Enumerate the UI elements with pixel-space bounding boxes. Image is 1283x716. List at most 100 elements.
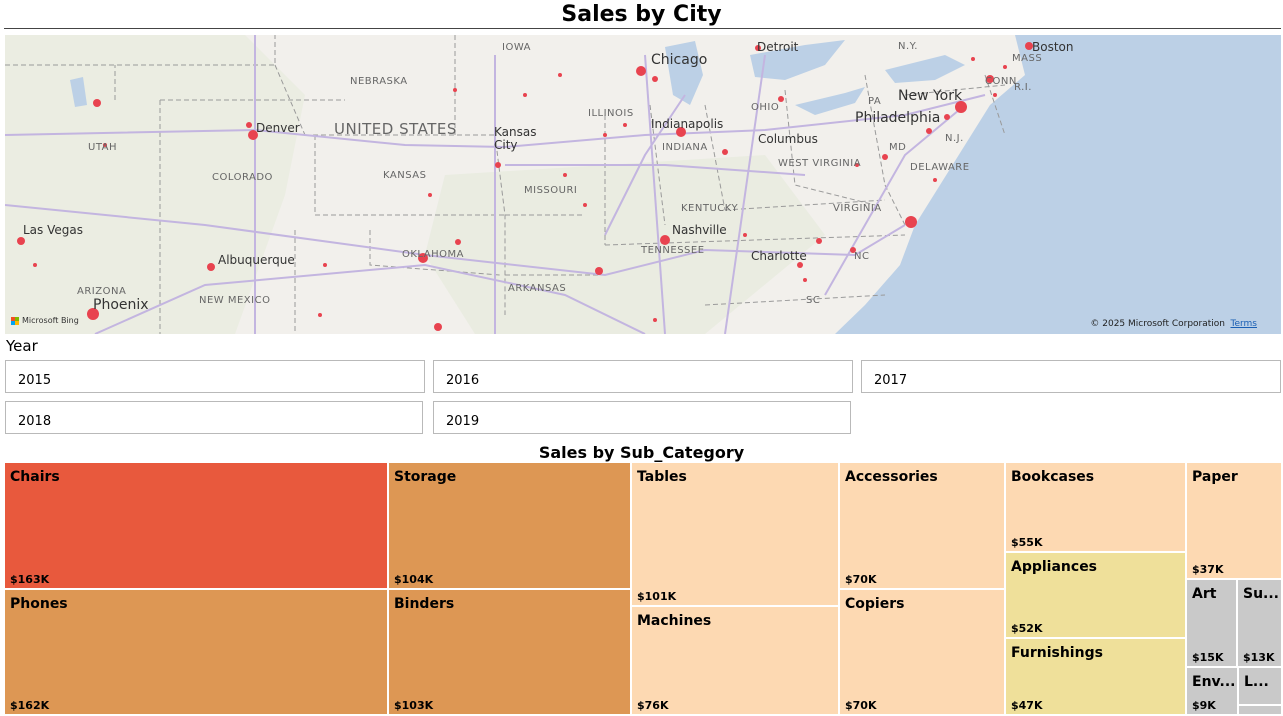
tile-phones[interactable]: Phones $162K	[5, 590, 389, 716]
tile-value: $9K	[1192, 699, 1216, 712]
map-state-label: DELAWARE	[910, 162, 970, 173]
map-city-label: Detroit	[757, 40, 799, 54]
map-state-label: ARIZONA	[77, 286, 127, 297]
tile-supplies[interactable]: Su... $13K	[1238, 580, 1283, 668]
tile-copiers[interactable]: Copiers $70K	[840, 590, 1006, 716]
year-option-2019[interactable]: 2019	[433, 401, 851, 434]
tile-label: Phones	[10, 596, 68, 612]
tile-label: Furnishings	[1011, 645, 1103, 661]
map-state-label: MD	[889, 142, 907, 153]
map-state-label: KANSAS	[383, 170, 427, 181]
map-city-label: Phoenix	[93, 297, 149, 313]
tile-value: $103K	[394, 699, 434, 712]
tile-value: $52K	[1011, 622, 1043, 635]
tile-chairs[interactable]: Chairs $163K	[5, 463, 389, 590]
tile-label: Bookcases	[1011, 469, 1095, 485]
map-city-label: Boston	[1032, 40, 1074, 54]
tile-bookcases[interactable]: Bookcases $55K	[1006, 463, 1187, 553]
map-state-label: ARKANSAS	[508, 283, 567, 294]
map-state-label: NEBRASKA	[350, 76, 408, 87]
report-page: Sales by City IOWA NEBRASKA UTAH COLORAD…	[0, 0, 1283, 716]
tile-label: Paper	[1192, 469, 1238, 485]
map-state-label: WEST VIRGINIA	[778, 158, 862, 169]
map-country-label: UNITED STATES	[334, 120, 457, 138]
map-city-label: Columbus	[758, 132, 818, 146]
tile-label: Binders	[394, 596, 455, 612]
map-state-label: KENTUCKY	[681, 203, 739, 214]
title-divider	[4, 28, 1281, 29]
map-state-label: VIRGINIA	[833, 203, 882, 214]
map-city-label: Nashville	[672, 223, 727, 237]
map-city-label: Albuquerque	[218, 253, 295, 267]
tile-value: $101K	[637, 590, 677, 603]
tile-paper[interactable]: Paper $37K	[1187, 463, 1283, 580]
tile-art[interactable]: Art $15K	[1187, 580, 1238, 668]
map-state-label: ILLINOIS	[588, 108, 634, 119]
tile-binders[interactable]: Binders $103K	[389, 590, 632, 716]
tile-value: $70K	[845, 699, 877, 712]
tile-storage[interactable]: Storage $104K	[389, 463, 632, 590]
map-provider: Microsoft Bing	[22, 316, 79, 325]
tile-label: Chairs	[10, 469, 60, 485]
tile-value: $47K	[1011, 699, 1043, 712]
tile-value: $15K	[1192, 651, 1224, 664]
map-city-label: Las Vegas	[23, 223, 83, 237]
year-option-2016[interactable]: 2016	[433, 360, 853, 393]
map-state-label: OKLAHOMA	[402, 249, 464, 260]
map-state-label: OHIO	[751, 102, 780, 113]
page-title: Sales by City	[561, 2, 722, 27]
tile-label: Env...	[1192, 674, 1236, 690]
tile-value: $162K	[10, 699, 50, 712]
map-city-label: Charlotte	[751, 249, 807, 263]
map-state-label: N.Y.	[898, 41, 918, 52]
map-city-label: Denver	[256, 121, 300, 135]
tile-label: Tables	[637, 469, 687, 485]
sales-map[interactable]: IOWA NEBRASKA UTAH COLORADO KANSAS MISSO…	[5, 35, 1281, 334]
map-state-label: IOWA	[502, 42, 532, 53]
map-state-label: TENNESSEE	[641, 245, 705, 256]
treemap-title: Sales by Sub_Category	[538, 443, 745, 462]
map-state-label: INDIANA	[662, 142, 708, 153]
tile-value: $37K	[1192, 563, 1224, 576]
map-terms-link[interactable]: Terms	[1230, 319, 1257, 329]
tile-fasteners[interactable]	[1239, 706, 1283, 716]
tile-label: Copiers	[845, 596, 905, 612]
year-option-2018[interactable]: 2018	[5, 401, 423, 434]
map-state-label: MASS	[1012, 53, 1043, 64]
tile-labels[interactable]: L...	[1239, 668, 1283, 706]
year-slicer-label: Year	[6, 337, 38, 355]
tile-appliances[interactable]: Appliances $52K	[1006, 553, 1187, 639]
tile-value: $76K	[637, 699, 669, 712]
tile-machines[interactable]: Machines $76K	[632, 607, 840, 716]
bing-logo: Microsoft Bing	[11, 316, 79, 325]
tile-envelopes[interactable]: Env... $9K	[1187, 668, 1239, 716]
tile-label: Storage	[394, 469, 457, 485]
tile-label: Appliances	[1011, 559, 1098, 575]
tile-value: $13K	[1243, 651, 1275, 664]
map-state-label: MISSOURI	[524, 185, 578, 196]
map-state-label: UTAH	[88, 142, 118, 153]
map-city-label: New York	[898, 88, 963, 104]
map-state-label: COLORADO	[212, 172, 273, 183]
map-state-label: SC	[806, 295, 821, 306]
map-attribution: © 2025 Microsoft Corporation	[1090, 319, 1225, 329]
map-state-label: NC	[854, 251, 870, 262]
tile-furnishings[interactable]: Furnishings $47K	[1006, 639, 1187, 716]
map-state-label: NEW MEXICO	[199, 295, 271, 306]
tile-tables[interactable]: Tables $101K	[632, 463, 840, 607]
tile-label: Accessories	[845, 469, 938, 485]
tile-accessories[interactable]: Accessories $70K	[840, 463, 1006, 590]
tile-label: L...	[1244, 674, 1269, 690]
year-option-2017[interactable]: 2017	[861, 360, 1281, 393]
year-option-2015[interactable]: 2015	[5, 360, 425, 393]
map-basemap	[5, 35, 1281, 334]
tile-value: $104K	[394, 573, 434, 586]
map-city-label: Chicago	[651, 52, 708, 68]
map-state-label: CONN	[985, 76, 1017, 87]
tile-label: Su...	[1243, 586, 1280, 602]
map-city-label: Indianapolis	[651, 117, 724, 131]
microsoft-logo-icon	[11, 316, 19, 325]
map-city-label: Kansas City	[494, 125, 537, 152]
tile-value: $70K	[845, 573, 877, 586]
tile-value: $163K	[10, 573, 50, 586]
